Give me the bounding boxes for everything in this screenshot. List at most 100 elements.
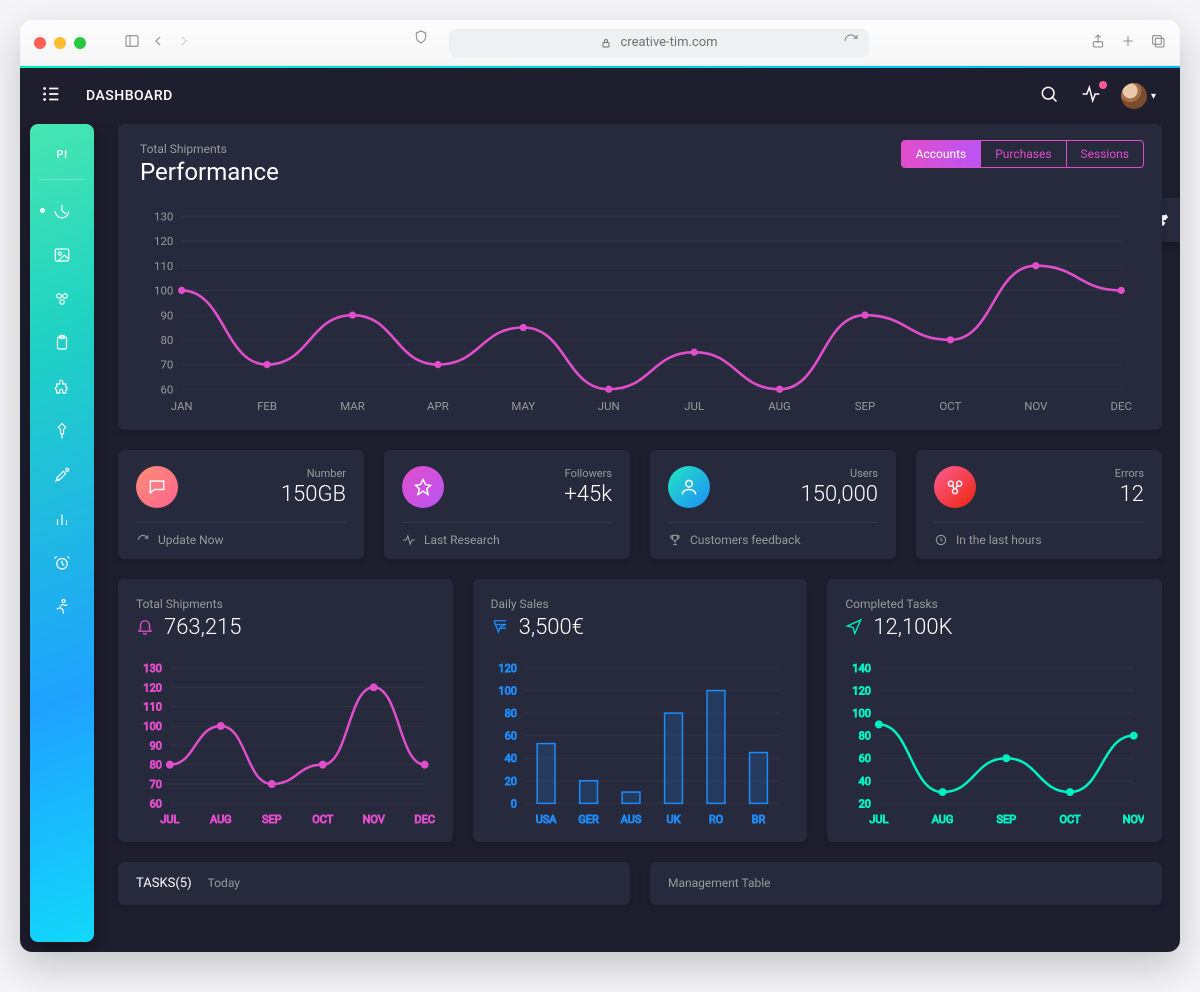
address-bar[interactable]: creative-tim.com bbox=[449, 29, 869, 57]
svg-text:80: 80 bbox=[150, 759, 162, 772]
svg-text:AUS: AUS bbox=[620, 814, 641, 827]
svg-text:110: 110 bbox=[154, 259, 173, 273]
svg-text:60: 60 bbox=[504, 730, 516, 743]
performance-tabs: Accounts Purchases Sessions bbox=[901, 140, 1144, 168]
mini-chart-plot: 60708090100110120130JULAUGSEPOCTNOVDEC bbox=[136, 660, 435, 829]
svg-text:120: 120 bbox=[498, 662, 516, 675]
svg-text:100: 100 bbox=[853, 707, 871, 720]
sidebar-item-pin[interactable] bbox=[30, 422, 94, 440]
share-icon[interactable] bbox=[1090, 33, 1106, 53]
tab-purchases[interactable]: Purchases bbox=[980, 141, 1065, 167]
stat-value: 150GB bbox=[281, 482, 346, 507]
sidebar-item-clipboard[interactable] bbox=[30, 334, 94, 352]
svg-text:JUL: JUL bbox=[160, 814, 179, 827]
svg-text:80: 80 bbox=[859, 730, 871, 743]
svg-text:AUG: AUG bbox=[932, 814, 954, 827]
svg-text:USA: USA bbox=[535, 814, 556, 827]
shield-icon[interactable] bbox=[413, 29, 429, 57]
svg-text:40: 40 bbox=[859, 775, 871, 788]
svg-text:130: 130 bbox=[143, 662, 161, 675]
svg-text:AUG: AUG bbox=[210, 814, 232, 827]
svg-text:NOV: NOV bbox=[1123, 814, 1144, 827]
menu-toggle-icon[interactable] bbox=[40, 83, 62, 109]
window-close-dot[interactable] bbox=[34, 37, 46, 49]
svg-text:JUL: JUL bbox=[684, 399, 704, 413]
mini-chart-1: Daily Sales 3,500€ 020406080100120USAGER… bbox=[473, 579, 808, 841]
stat-value: 150,000 bbox=[801, 482, 878, 507]
sidebar-item-alarm[interactable] bbox=[30, 554, 94, 572]
stat-card-3: Errors 12 In the last hours bbox=[916, 450, 1162, 559]
mini-chart-plot: 20406080100120140JULAUGSEPOCTNOV bbox=[845, 660, 1144, 829]
svg-text:APR: APR bbox=[427, 399, 449, 413]
svg-text:JUL: JUL bbox=[870, 814, 889, 827]
window-minimize-dot[interactable] bbox=[54, 37, 66, 49]
svg-text:90: 90 bbox=[150, 740, 162, 753]
svg-text:60: 60 bbox=[150, 798, 162, 811]
svg-text:110: 110 bbox=[143, 701, 161, 714]
user-avatar[interactable] bbox=[1121, 83, 1147, 109]
svg-text:80: 80 bbox=[504, 707, 516, 720]
svg-text:70: 70 bbox=[160, 358, 173, 372]
svg-text:OCT: OCT bbox=[312, 814, 333, 827]
performance-card: Total Shipments Performance Accounts Pur… bbox=[118, 124, 1162, 430]
svg-text:DEC: DEC bbox=[414, 814, 434, 827]
stat-value: 12 bbox=[1115, 482, 1144, 507]
stat-footer[interactable]: Customers feedback bbox=[668, 522, 878, 547]
mini-chart-2: Completed Tasks 12,100K 2040608010012014… bbox=[827, 579, 1162, 841]
stat-card-2: Users 150,000 Customers feedback bbox=[650, 450, 896, 559]
stat-card-0: Number 150GB Update Now bbox=[118, 450, 364, 559]
tabs-icon[interactable] bbox=[1150, 33, 1166, 53]
management-table-title: Management Table bbox=[668, 876, 771, 890]
svg-text:SEP: SEP bbox=[855, 399, 876, 413]
svg-text:60: 60 bbox=[859, 753, 871, 766]
send-icon bbox=[491, 617, 509, 639]
nav-forward-icon[interactable] bbox=[176, 33, 192, 53]
stat-footer[interactable]: Update Now bbox=[136, 522, 346, 547]
svg-text:90: 90 bbox=[160, 308, 173, 322]
svg-text:120: 120 bbox=[853, 685, 871, 698]
sidebar-item-tools[interactable] bbox=[30, 466, 94, 484]
svg-text:120: 120 bbox=[143, 682, 161, 695]
sidebar-item-puzzle[interactable] bbox=[30, 378, 94, 396]
nav-back-icon[interactable] bbox=[150, 33, 166, 53]
svg-text:OCT: OCT bbox=[939, 399, 961, 413]
sidebar-item-image[interactable] bbox=[30, 246, 94, 264]
svg-text:100: 100 bbox=[143, 720, 161, 733]
sidebar-item-org[interactable] bbox=[30, 290, 94, 308]
svg-text:OCT: OCT bbox=[1060, 814, 1081, 827]
svg-text:AUG: AUG bbox=[768, 399, 791, 413]
sidebar-item-charts[interactable] bbox=[30, 510, 94, 528]
sidebar-item-dashboard[interactable] bbox=[30, 202, 94, 220]
management-table-card[interactable]: Management Table bbox=[650, 862, 1162, 905]
stat-footer[interactable]: In the last hours bbox=[934, 522, 1144, 547]
svg-text:20: 20 bbox=[859, 798, 871, 811]
svg-text:100: 100 bbox=[154, 284, 173, 298]
address-host: creative-tim.com bbox=[620, 35, 717, 50]
svg-text:NOV: NOV bbox=[1024, 399, 1048, 413]
stat-footer[interactable]: Last Research bbox=[402, 522, 612, 547]
sidebar-item-run[interactable] bbox=[30, 598, 94, 616]
star-icon bbox=[402, 466, 444, 508]
window-zoom-dot[interactable] bbox=[74, 37, 86, 49]
activity-icon[interactable] bbox=[1081, 84, 1101, 108]
search-icon[interactable] bbox=[1039, 84, 1059, 108]
stat-card-1: Followers +45k Last Research bbox=[384, 450, 630, 559]
reload-icon[interactable] bbox=[843, 33, 859, 53]
svg-text:JAN: JAN bbox=[171, 399, 193, 413]
svg-text:SEP: SEP bbox=[997, 814, 1017, 827]
tab-accounts[interactable]: Accounts bbox=[902, 141, 981, 167]
sidebar-toggle-icon[interactable] bbox=[124, 33, 140, 53]
new-tab-icon[interactable] bbox=[1120, 33, 1136, 53]
svg-text:40: 40 bbox=[504, 753, 516, 766]
chat-icon bbox=[136, 466, 178, 508]
tasks-card[interactable]: TASKS(5) Today bbox=[118, 862, 630, 905]
tasks-subtitle: Today bbox=[208, 876, 240, 890]
sidebar-brand[interactable]: PI bbox=[56, 134, 67, 179]
svg-text:GER: GER bbox=[578, 814, 599, 827]
user-menu-caret[interactable]: ▾ bbox=[1151, 91, 1156, 102]
svg-text:UK: UK bbox=[666, 814, 680, 827]
plane-icon bbox=[845, 617, 863, 639]
tab-sessions[interactable]: Sessions bbox=[1066, 141, 1143, 167]
stat-value: +45k bbox=[564, 482, 612, 507]
svg-text:80: 80 bbox=[160, 333, 173, 347]
